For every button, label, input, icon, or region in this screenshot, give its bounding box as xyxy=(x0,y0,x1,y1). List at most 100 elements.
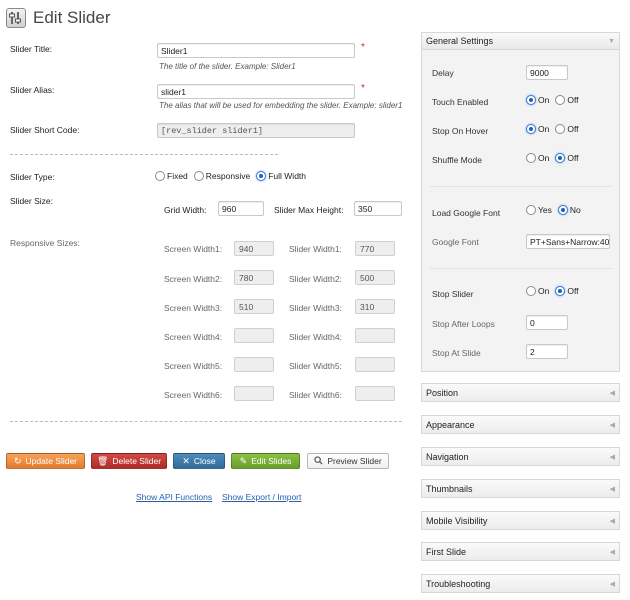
accordion-label: Appearance xyxy=(426,419,475,430)
stop-at-slide-label: Stop At Slide xyxy=(432,348,481,358)
slider-type-full-width[interactable]: Full Width xyxy=(256,171,306,181)
slider-type-fixed[interactable]: Fixed xyxy=(155,171,188,181)
show-export-import-link[interactable]: Show Export / Import xyxy=(222,492,301,502)
load-google-font-radio-group: Yes No xyxy=(526,205,587,215)
option-label: On xyxy=(538,153,550,163)
screen-width-label: Screen Width5: xyxy=(164,361,223,371)
shuffle-mode-on[interactable]: On xyxy=(526,153,549,163)
page-title: Edit Slider xyxy=(33,8,111,27)
radio-button[interactable] xyxy=(526,205,536,215)
screen-width-input[interactable]: 780 xyxy=(234,270,274,285)
radio-button-selected[interactable] xyxy=(526,95,536,105)
short-code-field[interactable]: [rev_slider slider1] xyxy=(157,123,355,138)
slider-type-label: Slider Type: xyxy=(10,172,55,182)
caret-left-icon: ◀ xyxy=(609,389,615,397)
sliders-icon xyxy=(6,8,26,28)
option-label: Off xyxy=(567,153,579,163)
option-label: On xyxy=(538,95,550,105)
close-button[interactable]: ✕ Close xyxy=(173,453,225,469)
button-label: Edit Slides xyxy=(251,456,292,466)
screen-width-label: Screen Width3: xyxy=(164,303,223,313)
accordion-first-slide[interactable]: First Slide ◀ xyxy=(421,542,620,561)
shuffle-mode-off[interactable]: Off xyxy=(555,153,579,163)
slider-width-label: Slider Width2: xyxy=(289,274,342,284)
caret-left-icon: ◀ xyxy=(609,517,615,525)
slider-width-input[interactable] xyxy=(355,357,395,372)
general-settings-header[interactable]: General Settings ▼ xyxy=(421,32,620,50)
screen-width-input[interactable] xyxy=(234,357,274,372)
delete-slider-button[interactable]: 🗑 Delete Slider xyxy=(91,453,167,469)
button-label: Preview Slider xyxy=(327,456,382,466)
touch-enabled-on[interactable]: On xyxy=(526,95,549,105)
screen-width-input[interactable]: 940 xyxy=(234,241,274,256)
accordion-navigation[interactable]: Navigation ◀ xyxy=(421,447,620,466)
accordion-label: First Slide xyxy=(426,546,467,557)
grid-width-input[interactable]: 960 xyxy=(218,201,264,216)
edit-slides-button[interactable]: ✎ Edit Slides xyxy=(231,453,300,469)
option-label: No xyxy=(569,205,581,215)
radio-button-selected[interactable] xyxy=(557,205,568,215)
caret-down-icon: ▼ xyxy=(608,37,615,45)
refresh-icon: ↻ xyxy=(13,455,22,466)
slider-size-label: Slider Size: xyxy=(10,196,53,206)
slider-width-input[interactable] xyxy=(355,386,395,401)
delay-input[interactable]: 9000 xyxy=(526,65,568,80)
radio-button[interactable] xyxy=(193,171,204,181)
radio-button-selected[interactable] xyxy=(256,171,267,181)
screen-width-input[interactable] xyxy=(234,386,274,401)
preview-slider-button[interactable]: Preview Slider xyxy=(307,453,389,469)
caret-left-icon: ◀ xyxy=(609,453,615,461)
stop-on-hover-off[interactable]: Off xyxy=(555,124,579,134)
screen-width-input[interactable]: 510 xyxy=(234,299,274,314)
screen-width-label: Screen Width1: xyxy=(164,244,223,254)
stop-at-slide-input[interactable]: 2 xyxy=(526,344,568,359)
radio-button[interactable] xyxy=(155,171,165,181)
update-slider-button[interactable]: ↻ Update Slider xyxy=(6,453,85,469)
stop-on-hover-radio-group: On Off xyxy=(526,124,585,134)
load-google-font-no[interactable]: No xyxy=(557,205,581,215)
google-font-input[interactable]: PT+Sans+Narrow:400 xyxy=(526,234,610,249)
stop-after-loops-input[interactable]: 0 xyxy=(526,315,568,330)
accordion-appearance[interactable]: Appearance ◀ xyxy=(421,415,620,434)
slider-title-label: Slider Title: xyxy=(10,44,53,54)
button-label: Delete Slider xyxy=(112,456,162,466)
radio-button-selected[interactable] xyxy=(526,124,536,134)
radio-button-selected[interactable] xyxy=(555,153,566,163)
slider-width-input[interactable]: 770 xyxy=(355,241,395,256)
radio-button-selected[interactable] xyxy=(555,286,566,296)
panel-title: General Settings xyxy=(426,36,494,46)
slider-type-responsive[interactable]: Responsive xyxy=(193,171,250,181)
stop-slider-on[interactable]: On xyxy=(526,286,549,296)
slider-width-input[interactable]: 310 xyxy=(355,299,395,314)
accordion-thumbnails[interactable]: Thumbnails ◀ xyxy=(421,479,620,498)
max-height-input[interactable]: 350 xyxy=(354,201,402,216)
divider xyxy=(10,421,402,422)
stop-on-hover-on[interactable]: On xyxy=(526,124,549,134)
slider-width-input[interactable]: 500 xyxy=(355,270,395,285)
close-icon: ✕ xyxy=(182,455,190,466)
slider-width-input[interactable] xyxy=(355,328,395,343)
accordion-label: Position xyxy=(426,387,459,398)
option-label: On xyxy=(538,286,550,296)
slider-type-radio-group: Fixed Responsive Full Width xyxy=(155,171,312,181)
load-google-font-yes[interactable]: Yes xyxy=(526,205,552,215)
radio-button[interactable] xyxy=(526,153,536,163)
touch-enabled-off[interactable]: Off xyxy=(555,95,579,105)
trash-icon: 🗑 xyxy=(96,455,109,466)
accordion-troubleshooting[interactable]: Troubleshooting ◀ xyxy=(421,574,620,593)
slider-width-label: Slider Width3: xyxy=(289,303,342,313)
radio-button[interactable] xyxy=(555,95,566,105)
accordion-label: Mobile Visibility xyxy=(426,515,488,526)
pencil-icon: ✎ xyxy=(239,455,248,466)
slider-title-input[interactable]: Slider1 xyxy=(157,43,355,58)
stop-slider-off[interactable]: Off xyxy=(555,286,579,296)
radio-button[interactable] xyxy=(555,124,566,134)
radio-button[interactable] xyxy=(526,286,536,296)
show-api-functions-link[interactable]: Show API Functions xyxy=(136,492,212,502)
stop-on-hover-label: Stop On Hover xyxy=(432,126,489,136)
accordion-position[interactable]: Position ◀ xyxy=(421,383,620,402)
stop-slider-radio-group: On Off xyxy=(526,286,585,296)
slider-alias-input[interactable]: slider1 xyxy=(157,84,355,99)
screen-width-input[interactable] xyxy=(234,328,274,343)
accordion-mobile-visibility[interactable]: Mobile Visibility ◀ xyxy=(421,511,620,530)
